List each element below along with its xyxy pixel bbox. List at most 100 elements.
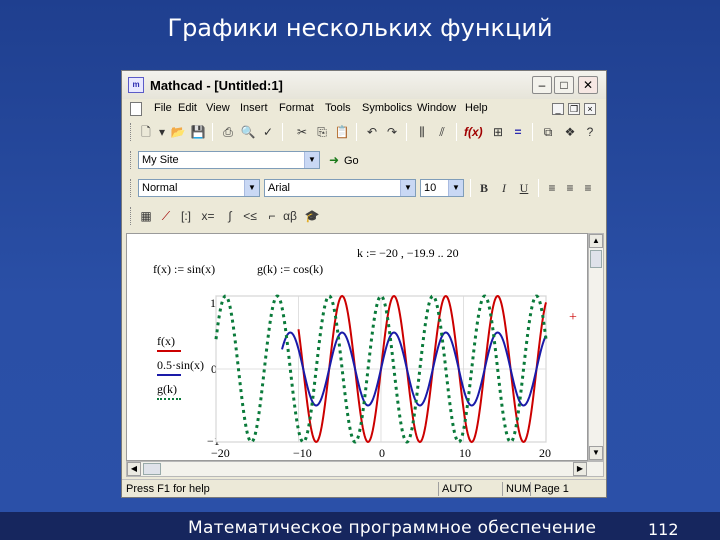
- redo-icon[interactable]: ↷: [384, 124, 400, 140]
- go-arrow-icon[interactable]: ➜: [326, 152, 342, 168]
- menu-edit[interactable]: Edit: [178, 102, 197, 114]
- open-icon[interactable]: 📂: [170, 124, 186, 140]
- legend-f: f(x): [157, 334, 175, 348]
- x-tick-0: −20: [211, 446, 230, 460]
- chevron-down-icon[interactable]: ▼: [400, 180, 415, 196]
- toolbar-grip[interactable]: [130, 123, 133, 141]
- menu-help[interactable]: Help: [465, 102, 488, 114]
- menu-window[interactable]: Window: [417, 102, 456, 114]
- page-number: 112: [648, 520, 679, 539]
- size-combo[interactable]: 10 ▼: [420, 179, 464, 197]
- italic-button[interactable]: I: [496, 180, 512, 196]
- symbolic-icon[interactable]: 🎓: [304, 208, 320, 224]
- chevron-down-icon[interactable]: ▼: [448, 180, 463, 196]
- mathcad-window: m Mathcad - [Untitled:1] – □ ✕ File Edit…: [121, 70, 607, 498]
- legend-g-swatch: [157, 398, 181, 400]
- formatting-toolbar: Normal ▼ Arial ▼ 10 ▼ B I U ≡ ≡ ≡: [130, 175, 600, 201]
- range-k[interactable]: k := −20 , −19.9 .. 20: [357, 246, 459, 261]
- font-combo-value: Arial: [268, 182, 291, 194]
- menu-format[interactable]: Format: [279, 102, 314, 114]
- menu-symbolics[interactable]: Symbolics: [362, 102, 412, 114]
- boolean-icon[interactable]: <≤: [242, 208, 258, 224]
- graph-icon[interactable]: ⟋: [158, 208, 174, 224]
- align-across-icon[interactable]: ⫼: [414, 124, 430, 140]
- calculator-icon[interactable]: ▦: [138, 208, 154, 224]
- menu-bar: File Edit View Insert Format Tools Symbo…: [122, 99, 606, 119]
- paste-icon[interactable]: 📋: [334, 124, 350, 140]
- menu-tools[interactable]: Tools: [325, 102, 351, 114]
- align-right-icon[interactable]: ≡: [580, 180, 596, 196]
- status-num: NUM: [506, 483, 532, 495]
- vertical-scrollbar[interactable]: ▲ ▼: [588, 233, 604, 461]
- go-button[interactable]: Go: [344, 155, 359, 167]
- legend-f-swatch: [157, 350, 181, 352]
- resource-icon[interactable]: ❖: [562, 124, 578, 140]
- scroll-thumb[interactable]: [590, 250, 602, 268]
- programming-icon[interactable]: ⌐: [264, 208, 280, 224]
- mdi-close-icon[interactable]: ×: [584, 103, 596, 115]
- underline-button[interactable]: U: [516, 180, 532, 196]
- align-down-icon[interactable]: ⫽: [434, 124, 450, 140]
- math-toolbar: ▦ ⟋ [:] x= ∫ <≤ ⌐ αβ 🎓: [130, 203, 600, 229]
- x-tick-1: −10: [293, 446, 312, 460]
- menu-insert[interactable]: Insert: [240, 102, 268, 114]
- scroll-right-icon[interactable]: ▶: [573, 462, 587, 476]
- web-toolbar: My Site ▼ ➜ Go: [130, 147, 600, 173]
- bold-button[interactable]: B: [476, 180, 492, 196]
- dropdown-arrow-icon[interactable]: ▾: [154, 124, 170, 140]
- status-mode: AUTO: [442, 483, 473, 495]
- copy-icon[interactable]: ⎘: [314, 124, 330, 140]
- chevron-down-icon[interactable]: ▼: [244, 180, 259, 196]
- insert-function-icon[interactable]: f(x): [464, 124, 483, 140]
- size-combo-value: 10: [424, 182, 437, 194]
- style-combo[interactable]: Normal ▼: [138, 179, 260, 197]
- scroll-up-icon[interactable]: ▲: [589, 234, 603, 248]
- align-center-icon[interactable]: ≡: [562, 180, 578, 196]
- title-bar[interactable]: m Mathcad - [Untitled:1] – □ ✕: [122, 71, 606, 99]
- font-combo[interactable]: Arial ▼: [264, 179, 416, 197]
- menu-file[interactable]: File: [154, 102, 172, 114]
- footer-text: Математическое программное обеспечение: [188, 518, 597, 538]
- new-icon[interactable]: 🗋: [138, 124, 154, 140]
- minimize-icon[interactable]: –: [532, 76, 552, 94]
- align-left-icon[interactable]: ≡: [544, 180, 560, 196]
- cut-icon[interactable]: ✂: [294, 124, 310, 140]
- help-icon[interactable]: ?: [582, 124, 598, 140]
- site-combo[interactable]: My Site ▼: [138, 151, 320, 169]
- mdi-restore-icon[interactable]: ❐: [568, 103, 580, 115]
- plus-marker: +: [569, 310, 577, 325]
- plot-area[interactable]: [214, 294, 548, 444]
- matrix-icon[interactable]: [:]: [178, 208, 194, 224]
- standard-toolbar: 🗋 ▾ 📂 💾 ⎙ 🔍 ✓ ✂ ⎘ 📋 ↶ ↷ ⫼ ⫽ f(x) ⊞ = ⧉ ❖…: [130, 119, 600, 145]
- print-preview-icon[interactable]: 🔍: [240, 124, 256, 140]
- maximize-icon[interactable]: □: [554, 76, 574, 94]
- save-icon[interactable]: 💾: [190, 124, 206, 140]
- style-combo-value: Normal: [142, 182, 178, 194]
- insert-unit-icon[interactable]: ⊞: [490, 124, 506, 140]
- greek-icon[interactable]: αβ: [282, 208, 298, 224]
- scroll-down-icon[interactable]: ▼: [589, 446, 603, 460]
- scroll-left-icon[interactable]: ◀: [127, 462, 141, 476]
- calculus-icon[interactable]: ∫: [222, 208, 238, 224]
- legend-half-swatch: [157, 374, 181, 376]
- mdi-minimize-icon[interactable]: _: [552, 103, 564, 115]
- def-f[interactable]: f(x) := sin(x): [153, 262, 215, 277]
- horizontal-scrollbar[interactable]: ◀ ▶: [126, 461, 604, 477]
- close-icon[interactable]: ✕: [578, 76, 598, 94]
- print-icon[interactable]: ⎙: [220, 124, 236, 140]
- def-g[interactable]: g(k) := cos(k): [257, 262, 323, 277]
- legend-g: g(k): [157, 382, 177, 396]
- spellcheck-icon[interactable]: ✓: [260, 124, 276, 140]
- worksheet[interactable]: f(x) := sin(x) g(k) := cos(k) k := −20 ,…: [126, 233, 588, 461]
- x-tick-2: 0: [379, 446, 385, 460]
- calculate-icon[interactable]: =: [510, 124, 526, 140]
- status-bar: Press F1 for help AUTO NUM Page 1: [122, 479, 606, 497]
- undo-icon[interactable]: ↶: [364, 124, 380, 140]
- hscroll-thumb[interactable]: [143, 463, 161, 475]
- slide-title: Графики нескольких функций: [167, 14, 553, 42]
- chevron-down-icon[interactable]: ▼: [304, 152, 319, 168]
- evaluation-icon[interactable]: x=: [200, 208, 216, 224]
- component-icon[interactable]: ⧉: [540, 124, 556, 140]
- menu-view[interactable]: View: [206, 102, 230, 114]
- x-tick-3: 10: [459, 446, 471, 460]
